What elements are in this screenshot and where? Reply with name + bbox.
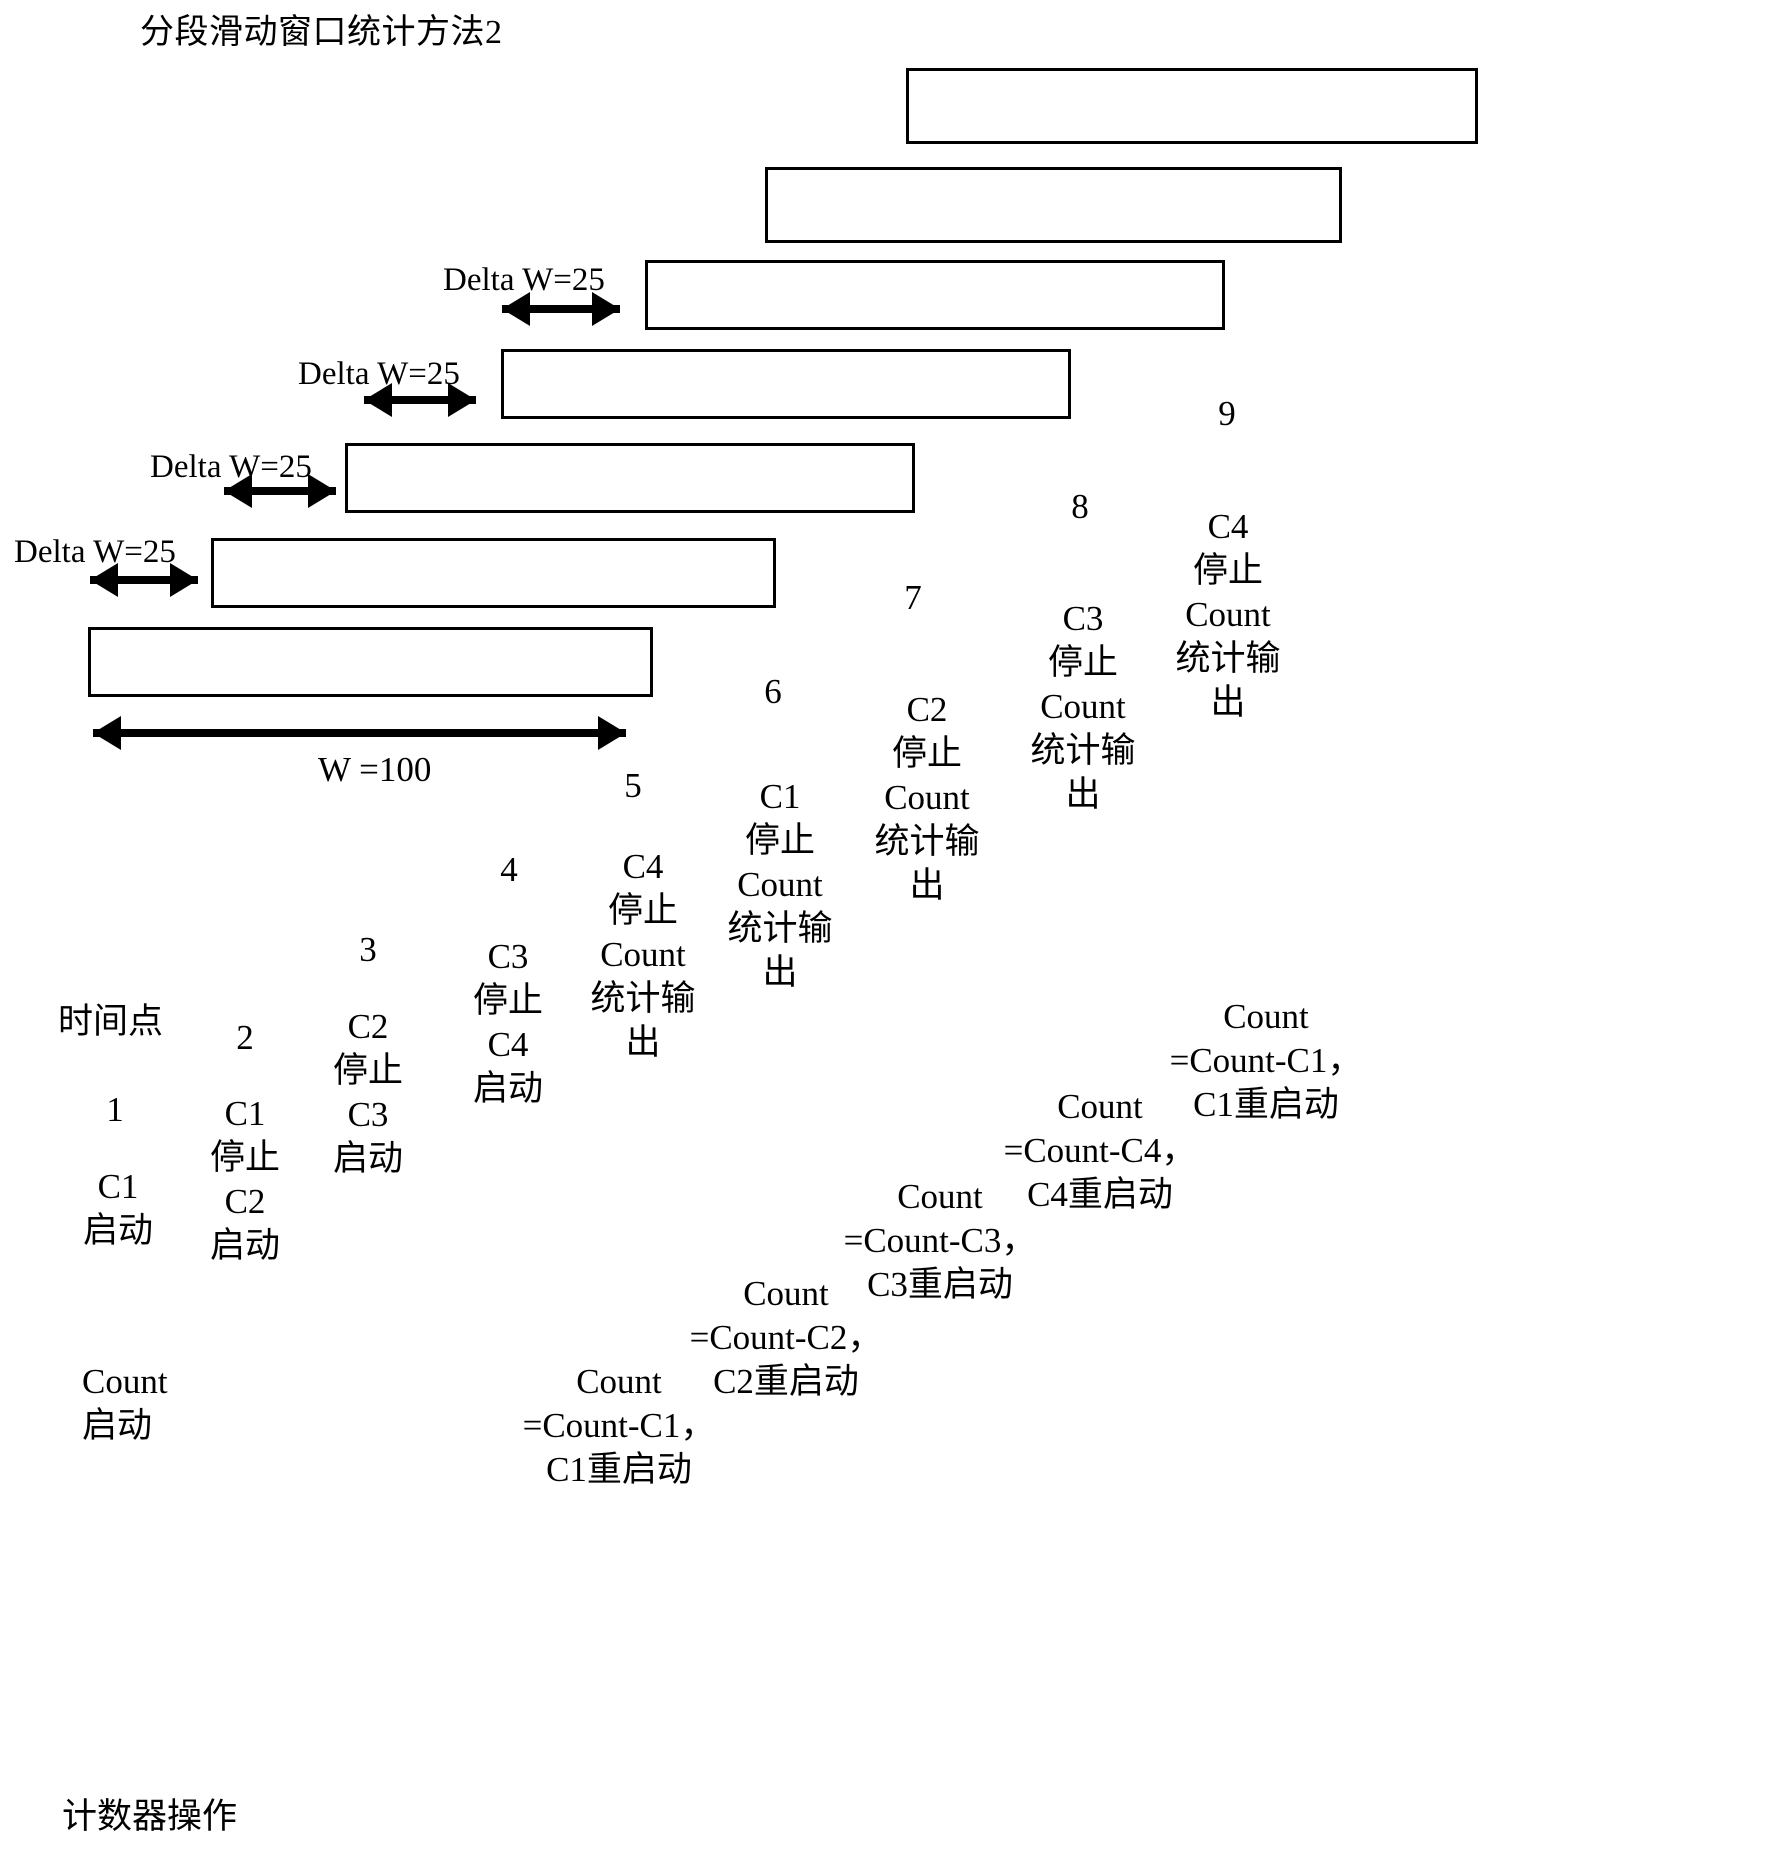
counter-ops-5: C4 停止 Count 统计输 出 bbox=[590, 847, 696, 1063]
count-formula-9: Count =Count-C1， C1重启动 bbox=[1169, 997, 1363, 1125]
window-box-6 bbox=[765, 167, 1342, 243]
counter-operation-label: 计数器操作 bbox=[62, 1797, 238, 1836]
delta-w-arrow-2 bbox=[224, 474, 336, 508]
timepoint-number-3: 3 bbox=[359, 930, 377, 969]
window-box-4 bbox=[501, 349, 1071, 419]
timepoint-number-1: 1 bbox=[106, 1090, 124, 1129]
time-point-label: 时间点 bbox=[58, 1002, 164, 1041]
diagram-canvas: 分段滑动窗口统计方法2 Delta W=25 Delta W=25 Delta … bbox=[0, 0, 1768, 1864]
timepoint-number-2: 2 bbox=[236, 1018, 254, 1057]
delta-w-arrow-1 bbox=[90, 563, 198, 597]
counter-ops-4: C3 停止 C4 启动 bbox=[472, 937, 543, 1109]
timepoint-number-8: 8 bbox=[1071, 487, 1089, 526]
timepoint-number-6: 6 bbox=[764, 672, 782, 711]
window-size-label: W =100 bbox=[318, 750, 432, 789]
counter-ops-9: C4 停止 Count 统计输 出 bbox=[1175, 507, 1281, 723]
window-box-2 bbox=[211, 538, 776, 608]
counter-ops-3: C2 停止 C3 启动 bbox=[332, 1007, 403, 1179]
timepoint-number-5: 5 bbox=[624, 766, 642, 805]
counter-ops-2: C1 停止 C2 启动 bbox=[209, 1094, 280, 1266]
counter-ops-7: C2 停止 Count 统计输 出 bbox=[874, 690, 980, 906]
window-size-arrow bbox=[93, 716, 626, 750]
window-box-3 bbox=[345, 443, 915, 513]
timepoint-number-7: 7 bbox=[904, 578, 922, 617]
delta-w-arrow-3 bbox=[364, 383, 476, 417]
counter-ops-8: C3 停止 Count 统计输 出 bbox=[1030, 599, 1136, 815]
timepoint-number-4: 4 bbox=[500, 850, 518, 889]
counter-ops-6: C1 停止 Count 统计输 出 bbox=[727, 777, 833, 993]
window-box-5 bbox=[645, 260, 1225, 330]
window-box-1 bbox=[88, 627, 653, 697]
count-start-label: Count 启动 bbox=[82, 1362, 168, 1446]
page-title: 分段滑动窗口统计方法2 bbox=[140, 14, 503, 51]
window-box-7 bbox=[906, 68, 1478, 144]
counter-ops-1: C1 启动 bbox=[82, 1167, 153, 1251]
timepoint-number-9: 9 bbox=[1218, 394, 1236, 433]
delta-w-arrow-4 bbox=[502, 292, 620, 326]
